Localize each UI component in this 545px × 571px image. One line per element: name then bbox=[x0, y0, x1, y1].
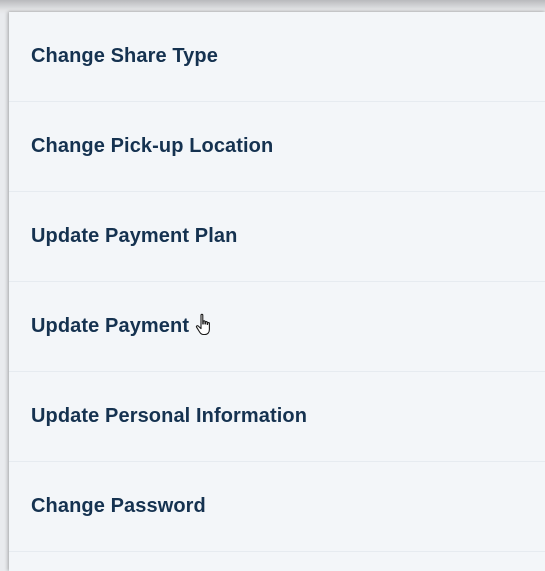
menu-item-update-payment-plan[interactable]: Update Payment Plan bbox=[9, 192, 545, 282]
menu-item-update-personal-information[interactable]: Update Personal Information bbox=[9, 372, 545, 462]
menu-item-label: Change Pick-up Location bbox=[31, 135, 274, 157]
account-menu-panel: Change Share Type Change Pick-up Locatio… bbox=[9, 12, 545, 571]
window-frame: Change Share Type Change Pick-up Locatio… bbox=[0, 0, 545, 571]
menu-item-label: Change Password bbox=[31, 495, 206, 517]
menu-item-change-pickup-location[interactable]: Change Pick-up Location bbox=[9, 102, 545, 192]
menu-item-label: Change Share Type bbox=[31, 45, 218, 67]
menu-item-update-payment[interactable]: Update Payment bbox=[9, 282, 545, 372]
menu-item-change-password[interactable]: Change Password bbox=[9, 462, 545, 552]
account-menu-list: Change Share Type Change Pick-up Locatio… bbox=[9, 12, 545, 552]
menu-item-label: Update Payment bbox=[31, 315, 190, 337]
menu-item-label: Update Payment Plan bbox=[31, 225, 238, 247]
menu-item-label: Update Personal Information bbox=[31, 405, 308, 427]
menu-item-change-share-type[interactable]: Change Share Type bbox=[9, 12, 545, 102]
